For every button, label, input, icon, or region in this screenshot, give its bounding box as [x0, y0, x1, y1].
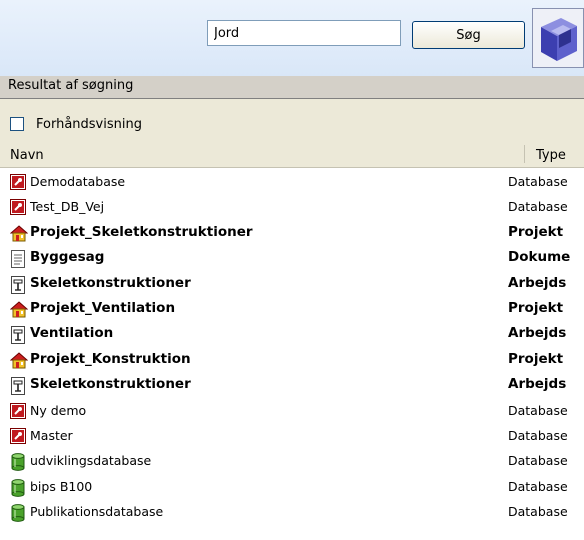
list-item-name: Skeletkonstruktioner [30, 274, 191, 291]
search-button-label: Søg [456, 27, 481, 43]
list-header: Navn Type [0, 141, 584, 168]
database-cylinder-icon [10, 453, 26, 472]
list-item-type: Projekt [508, 350, 564, 367]
list-item-type: Database [508, 402, 568, 418]
list-item[interactable]: Publikationsdatabase Database [0, 501, 584, 524]
database-key-icon [10, 428, 26, 444]
database-key-icon [10, 174, 26, 190]
list-item-name: Projekt_Ventilation [30, 300, 176, 316]
list-item-name: Skeletkonstruktioner [30, 376, 191, 393]
list-item-name: Master [30, 428, 73, 443]
cube-logo-icon [541, 18, 577, 61]
list-item-type: Projekt [508, 223, 564, 240]
database-key-icon [10, 402, 26, 419]
workspace-icon [10, 377, 26, 396]
list-item-name: Publikationsdatabase [30, 504, 164, 520]
column-header-name[interactable]: Navn [10, 148, 44, 163]
list-item-type: Database [508, 478, 568, 494]
list-item-type: Database [508, 428, 568, 443]
database-cylinder-icon [10, 478, 26, 497]
project-house-icon [9, 301, 29, 318]
list-item-name: Projekt_Konstruktion [30, 350, 191, 367]
list-item[interactable]: Projekt_Konstruktion Projekt [0, 349, 584, 372]
list-item-type: Database [508, 504, 568, 520]
search-button[interactable]: Søg [412, 21, 525, 49]
list-item[interactable]: Projekt_Skeletkonstruktioner Projekt [0, 222, 584, 245]
app-logo [532, 8, 584, 68]
toolbar: Søg [0, 0, 584, 77]
list-item[interactable]: Projekt_Ventilation Projekt [0, 298, 584, 321]
column-divider[interactable] [524, 145, 525, 163]
list-item[interactable]: Byggesag Dokume [0, 247, 584, 270]
document-icon [10, 250, 26, 269]
results-header: Resultat af søgning [0, 76, 584, 99]
list-item-name: Test_DB_Vej [30, 199, 105, 215]
preview-label: Forhåndsvisning [36, 117, 142, 132]
list-item[interactable]: Demodatabase Database [0, 171, 584, 194]
list-item-type: Arbejds [508, 376, 567, 393]
preview-checkbox[interactable] [10, 117, 24, 131]
list-item-name: Byggesag [30, 249, 105, 266]
list-item[interactable]: Ventilation Arbejds [0, 323, 584, 346]
results-header-label: Resultat af søgning [8, 78, 134, 93]
list-item-type: Database [508, 174, 568, 189]
list-item-name: Projekt_Skeletkonstruktioner [30, 223, 253, 240]
column-header-type[interactable]: Type [536, 148, 566, 163]
list-item-type: Arbejds [508, 325, 567, 342]
list-item-name: Demodatabase [30, 174, 126, 189]
workspace-icon [10, 326, 26, 345]
list-item[interactable]: bips B100 Database [0, 476, 584, 499]
project-house-icon [9, 225, 29, 242]
list-item[interactable]: Skeletkonstruktioner Arbejds [0, 273, 584, 296]
list-item-name: Ventilation [30, 325, 114, 342]
list-item[interactable]: Skeletkonstruktioner Arbejds [0, 374, 584, 397]
list-item-name: udviklingsdatabase [30, 453, 152, 469]
list-item[interactable]: Ny demo Database [0, 400, 584, 423]
list-item-type: Database [508, 199, 568, 215]
database-key-icon [10, 199, 26, 216]
list-item[interactable]: Test_DB_Vej Database [0, 196, 584, 219]
list-item-type: Database [508, 453, 568, 469]
database-cylinder-icon [10, 504, 26, 523]
search-input[interactable] [207, 20, 401, 46]
list-item-name: bips B100 [30, 478, 93, 494]
list-item-type: Projekt [508, 300, 564, 316]
list-item[interactable]: Master Database [0, 425, 584, 448]
project-house-icon [9, 352, 29, 369]
list-item[interactable]: udviklingsdatabase Database [0, 450, 584, 473]
workspace-icon [10, 275, 26, 294]
list-item-name: Ny demo [30, 402, 87, 418]
preview-toggle: Forhåndsvisning [0, 99, 584, 141]
list-item-type: Arbejds [508, 274, 567, 291]
list-item-type: Dokume [508, 249, 571, 266]
